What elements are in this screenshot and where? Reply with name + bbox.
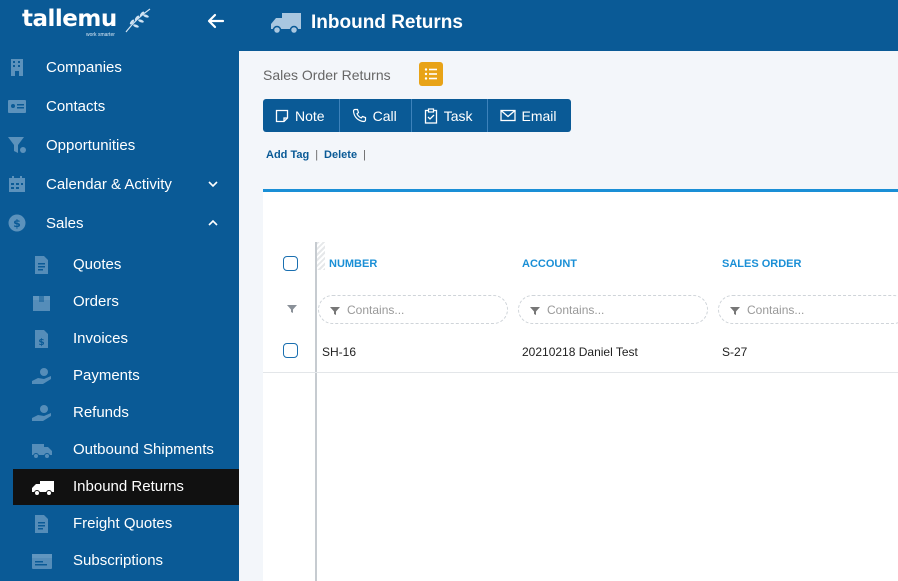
clipboard-check-icon <box>424 107 437 124</box>
sidebar-item-label: Contacts <box>46 97 106 115</box>
sidebar-subitem-label: Inbound Returns <box>73 478 184 495</box>
contact-card-icon <box>8 100 26 113</box>
truck-icon <box>32 481 54 496</box>
filter-icon <box>330 307 340 315</box>
main-content: Sales Order Returns Note Call Task Email… <box>239 51 898 581</box>
delete-link[interactable]: Delete <box>324 149 357 161</box>
invoice-icon: $ <box>35 330 48 348</box>
list-view-button[interactable] <box>419 62 443 86</box>
logo-tagline: work smarter <box>86 32 115 38</box>
calendar-icon <box>9 176 25 192</box>
task-button[interactable]: Task <box>411 99 488 132</box>
cell-number[interactable]: SH-16 <box>322 345 356 359</box>
sidebar-subitem-label: Outbound Shipments <box>73 441 214 458</box>
truck-icon <box>32 444 52 459</box>
email-button-label: Email <box>521 107 557 124</box>
sidebar-subitem-label: Subscriptions <box>73 552 164 569</box>
chevron-up-icon <box>208 219 218 226</box>
sidebar-item-label: Companies <box>46 58 122 76</box>
sidebar-subitem-label: Invoices <box>73 330 129 347</box>
list-icon <box>424 68 437 80</box>
cell-account[interactable]: 20210218 Daniel Test <box>522 345 638 359</box>
filter-icon <box>530 307 540 315</box>
link-divider: | <box>315 149 319 161</box>
bulk-action-links: Add Tag | Delete | <box>266 149 372 161</box>
cell-sales-order[interactable]: S-27 <box>722 345 747 359</box>
sidebar-subitem-refunds[interactable]: Refunds <box>0 395 239 431</box>
document-icon <box>35 256 48 274</box>
leaf-icon <box>125 8 151 33</box>
page-subtitle: Sales Order Returns <box>263 67 391 83</box>
sidebar-subitem-label: Refunds <box>73 404 129 421</box>
filter-sales-order-input[interactable]: Contains... <box>718 295 898 324</box>
sidebar-subitem-orders[interactable]: Orders <box>0 284 239 320</box>
call-button-label: Call <box>372 107 397 124</box>
truck-icon <box>271 13 301 35</box>
sidebar-item-sales[interactable]: $ Sales <box>0 205 239 241</box>
funnel-icon <box>8 137 26 153</box>
svg-text:$: $ <box>13 217 21 230</box>
note-icon <box>275 109 289 122</box>
sidebar-subitem-outbound-shipments[interactable]: Outbound Shipments <box>0 432 239 468</box>
sidebar-subitem-invoices[interactable]: $ Invoices <box>0 321 239 357</box>
svg-text:$: $ <box>38 338 44 348</box>
sidebar-subitem-label: Quotes <box>73 256 122 273</box>
sidebar-item-label: Opportunities <box>46 136 136 154</box>
hand-coin-icon <box>32 368 51 384</box>
document-icon <box>35 515 48 533</box>
sidebar-subitem-label: Orders <box>73 293 119 310</box>
tallemu-logo[interactable]: tallemu work smarter <box>22 6 162 40</box>
arrow-left-icon <box>207 13 225 29</box>
building-icon <box>11 59 23 76</box>
row-checkbox[interactable] <box>283 343 298 358</box>
page-header: Inbound Returns <box>239 0 898 51</box>
filter-account-input[interactable]: Contains... <box>518 295 708 324</box>
link-divider: | <box>363 149 366 161</box>
sidebar-item-companies[interactable]: Companies <box>0 49 239 85</box>
sidebar-item-opportunities[interactable]: Opportunities <box>0 127 239 163</box>
filter-number-input[interactable]: Contains... <box>318 295 508 324</box>
box-icon <box>33 296 50 311</box>
column-header-sales-order[interactable]: SALES ORDER <box>722 258 801 270</box>
note-button[interactable]: Note <box>263 99 340 132</box>
sidebar-item-calendar-activity[interactable]: Calendar & Activity <box>0 166 239 202</box>
sidebar-subitem-quotes[interactable]: Quotes <box>0 247 239 283</box>
phone-icon <box>352 108 366 123</box>
sidebar-subitem-label: Payments <box>73 367 140 384</box>
chevron-down-icon <box>208 181 218 188</box>
filter-icon[interactable] <box>287 304 297 314</box>
note-button-label: Note <box>295 107 325 124</box>
call-button[interactable]: Call <box>339 99 412 132</box>
sidebar-subitem-label: Freight Quotes <box>73 515 173 532</box>
row-divider <box>263 372 898 373</box>
sidebar-subitem-payments[interactable]: Payments <box>0 358 239 394</box>
filter-placeholder: Contains... <box>347 303 405 317</box>
column-header-number[interactable]: NUMBER <box>329 258 377 270</box>
filter-placeholder: Contains... <box>547 303 605 317</box>
envelope-icon <box>499 109 516 122</box>
collapse-sidebar-button[interactable] <box>204 10 228 32</box>
email-button[interactable]: Email <box>487 99 571 132</box>
add-tag-link[interactable]: Add Tag <box>266 149 309 161</box>
records-grid: NUMBER ACCOUNT SALES ORDER Contains... C… <box>263 189 898 581</box>
sidebar-subitem-subscriptions[interactable]: Subscriptions <box>0 543 239 579</box>
dollar-icon: $ <box>8 214 26 232</box>
column-divider <box>315 242 317 581</box>
sidebar-subitem-inbound-returns[interactable]: Inbound Returns <box>13 469 239 505</box>
action-toolbar: Note Call Task Email <box>263 99 571 132</box>
sidebar: tallemu work smarter Companies Contacts … <box>0 0 239 581</box>
page-title: Inbound Returns <box>311 12 463 33</box>
hand-coin-icon <box>32 405 51 421</box>
select-all-checkbox[interactable] <box>283 256 298 271</box>
filter-icon <box>730 307 740 315</box>
sidebar-subitem-freight-quotes[interactable]: Freight Quotes <box>0 506 239 542</box>
filter-placeholder: Contains... <box>747 303 805 317</box>
column-resize-handle[interactable] <box>317 242 325 270</box>
sidebar-item-label: Sales <box>46 214 84 232</box>
task-button-label: Task <box>443 107 473 124</box>
sidebar-item-label: Calendar & Activity <box>46 175 172 193</box>
sidebar-item-contacts[interactable]: Contacts <box>0 88 239 124</box>
column-header-account[interactable]: ACCOUNT <box>522 258 577 270</box>
subscription-icon <box>32 554 52 569</box>
